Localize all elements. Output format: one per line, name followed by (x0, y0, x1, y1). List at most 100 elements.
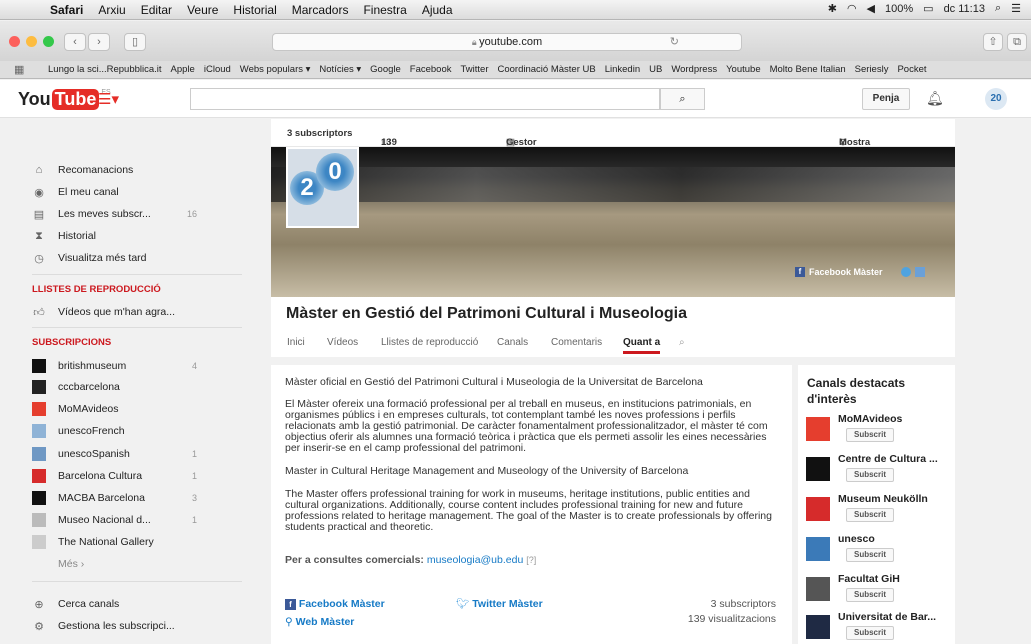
youtube-logo[interactable]: You Tube ES (18, 89, 111, 110)
featured-channel[interactable]: Museum Neukölln Subscrit (806, 493, 951, 531)
bookmark-item[interactable]: Notícies ▾ (319, 64, 361, 75)
subscribed-button[interactable]: Subscrit (846, 428, 894, 442)
battery-icon[interactable]: ▭ (923, 2, 933, 15)
search-button[interactable]: ⌕ (660, 88, 705, 110)
bookmark-item[interactable]: Linkedin (605, 64, 640, 75)
back-button[interactable]: ‹ (64, 33, 86, 51)
featured-channel[interactable]: unesco Subscrit (806, 533, 951, 571)
minimize-window-button[interactable] (26, 36, 37, 47)
featured-channel-name[interactable]: Centre de Cultura ... (838, 453, 938, 465)
bookmark-item[interactable]: Webs populars ▾ (240, 64, 311, 75)
channel-avatar[interactable]: 2 0 (286, 147, 359, 228)
subscriber-count[interactable]: 3 subscriptors (287, 128, 352, 139)
subscribed-button[interactable]: Subscrit (846, 548, 894, 562)
notifications-bell-icon[interactable]: 🔔︎ (926, 90, 944, 107)
featured-channel-name[interactable]: Universitat de Bar... (838, 611, 936, 623)
bookmark-item[interactable]: Pocket (897, 64, 926, 75)
volume-icon[interactable]: ◀ (867, 2, 875, 15)
menu-item[interactable]: Editar (141, 3, 172, 17)
playlists-heading[interactable]: LLISTES DE REPRODUCCIÓ (32, 284, 161, 295)
subscribed-button[interactable]: Subscrit (846, 588, 894, 602)
notification-center-icon[interactable]: ☰ (1011, 2, 1021, 15)
menu-item[interactable]: Arxiu (98, 3, 125, 17)
top-sites-icon[interactable]: ▦ (14, 63, 24, 76)
forward-button[interactable]: › (88, 33, 110, 51)
channel-search-icon[interactable]: ⌕ (679, 337, 685, 348)
twitter-master-link[interactable]: 🐦︎ Twitter Màster (456, 598, 576, 610)
menu-item[interactable]: Veure (187, 3, 218, 17)
subscription-item[interactable]: unescoSpanish 1 (32, 445, 242, 463)
featured-channel-name[interactable]: Facultat GiH (838, 573, 900, 585)
subscribed-button[interactable]: Subscrit (846, 508, 894, 522)
contact-help-link[interactable]: [?] (526, 555, 536, 565)
bookmark-item[interactable]: Twitter (461, 64, 489, 75)
bookmark-item[interactable]: Facebook (410, 64, 452, 75)
bookmark-item[interactable]: Seriesly (855, 64, 889, 75)
menu-item[interactable]: Finestra (363, 3, 406, 17)
battery-percent[interactable]: 100% (885, 3, 913, 15)
subscription-item[interactable]: MoMAvideos (32, 400, 242, 418)
sidebar-item-recommendations[interactable]: ⌂ Recomanacions (32, 161, 242, 179)
sidebar-item-manage-subscriptions[interactable]: ⚙︎ Gestiona les subscripci... (32, 617, 242, 635)
bluetooth-icon[interactable]: ✱ (828, 2, 837, 15)
sidebar-item-my-channel[interactable]: ◉ El meu canal (32, 183, 242, 201)
sidebar-item-liked-videos[interactable]: 👍︎ Vídeos que m'han agra... (32, 303, 242, 321)
sidebar-item-subscriptions[interactable]: ▤ Les meves subscr... 16 (32, 205, 242, 223)
featured-channel-name[interactable]: Museum Neukölln (838, 493, 928, 505)
more-subscriptions-link[interactable]: Més › (58, 555, 268, 573)
tab-discussion[interactable]: Comentaris (551, 337, 602, 348)
menu-item[interactable]: Ajuda (422, 3, 453, 17)
subscribed-button[interactable]: Subscrit (846, 468, 894, 482)
featured-channel-name[interactable]: unesco (838, 533, 875, 545)
tab-playlists[interactable]: Llistes de reproducció (381, 337, 478, 348)
banner-facebook-link[interactable]: f Facebook Màster (795, 267, 925, 277)
search-input[interactable] (190, 88, 660, 110)
twitter-icon[interactable] (900, 267, 911, 277)
sidebar-item-watch-later[interactable]: ◷ Visualitza més tard (32, 249, 242, 267)
featured-channel[interactable]: Universitat de Bar... Subscrit (806, 611, 951, 644)
bookmark-item[interactable]: Youtube (726, 64, 761, 75)
web-master-link[interactable]: ⚲ Web Màster (285, 616, 435, 628)
tab-home[interactable]: Inici (287, 337, 305, 348)
bookmark-item[interactable]: UB (649, 64, 662, 75)
subscription-item[interactable]: Barcelona Cultura 1 (32, 467, 242, 485)
subscribed-button[interactable]: Subscrit (846, 626, 894, 640)
bookmark-item[interactable]: Lungo la sci...Repubblica.it (48, 64, 162, 75)
address-bar[interactable]: 🔒︎ youtube.com ↻ (272, 33, 742, 51)
bookmark-item[interactable]: Apple (171, 64, 195, 75)
menu-item[interactable]: Historial (233, 3, 276, 17)
featured-channel[interactable]: MoMAvideos Subscrit (806, 413, 951, 451)
tabs-overview-icon[interactable]: ⧉ (1007, 33, 1027, 51)
close-window-button[interactable] (9, 36, 20, 47)
tab-videos[interactable]: Vídeos (327, 337, 358, 348)
menu-app-name[interactable]: Safari (50, 3, 83, 17)
subscription-item[interactable]: unescoFrench (32, 422, 242, 440)
upload-button[interactable]: Penja (862, 88, 910, 110)
subscription-item[interactable]: cccbarcelona (32, 378, 242, 396)
subscription-item[interactable]: The National Gallery (32, 533, 242, 551)
facebook-master-link[interactable]: f Facebook Màster (285, 598, 465, 610)
sidebar-item-history[interactable]: ⧗ Historial (32, 227, 242, 245)
tab-about[interactable]: Quant a (623, 337, 661, 354)
bookmark-item[interactable]: Google (370, 64, 401, 75)
bookmark-item[interactable]: Wordpress (671, 64, 717, 75)
zoom-window-button[interactable] (43, 36, 54, 47)
account-avatar[interactable]: 20 (985, 88, 1007, 110)
reload-icon[interactable]: ↻ (670, 34, 679, 50)
guide-menu-icon[interactable]: ☰▾ (98, 90, 119, 108)
share-icon[interactable]: ⇧ (983, 33, 1003, 51)
subscription-item[interactable]: MACBA Barcelona 3 (32, 489, 242, 507)
sidebar-toggle-icon[interactable]: ▯ (124, 33, 146, 51)
sidebar-item-browse-channels[interactable]: ⊕ Cerca canals (32, 595, 242, 613)
subscriptions-heading[interactable]: SUBSCRIPCIONS (32, 337, 111, 348)
contact-email-link[interactable]: museologia@ub.edu (427, 554, 523, 566)
featured-channel-name[interactable]: MoMAvideos (838, 413, 902, 425)
spotlight-icon[interactable]: ⌕ (995, 2, 1001, 15)
wifi-icon[interactable]: ◠ (847, 2, 857, 15)
subscription-item[interactable]: Museo Nacional d... 1 (32, 511, 242, 529)
web-link-icon[interactable] (914, 267, 925, 277)
tab-channels[interactable]: Canals (497, 337, 528, 348)
featured-channel[interactable]: Centre de Cultura ... Subscrit (806, 453, 951, 491)
clock[interactable]: dc 11:13 (944, 3, 985, 15)
subscription-item[interactable]: britishmuseum 4 (32, 357, 242, 375)
